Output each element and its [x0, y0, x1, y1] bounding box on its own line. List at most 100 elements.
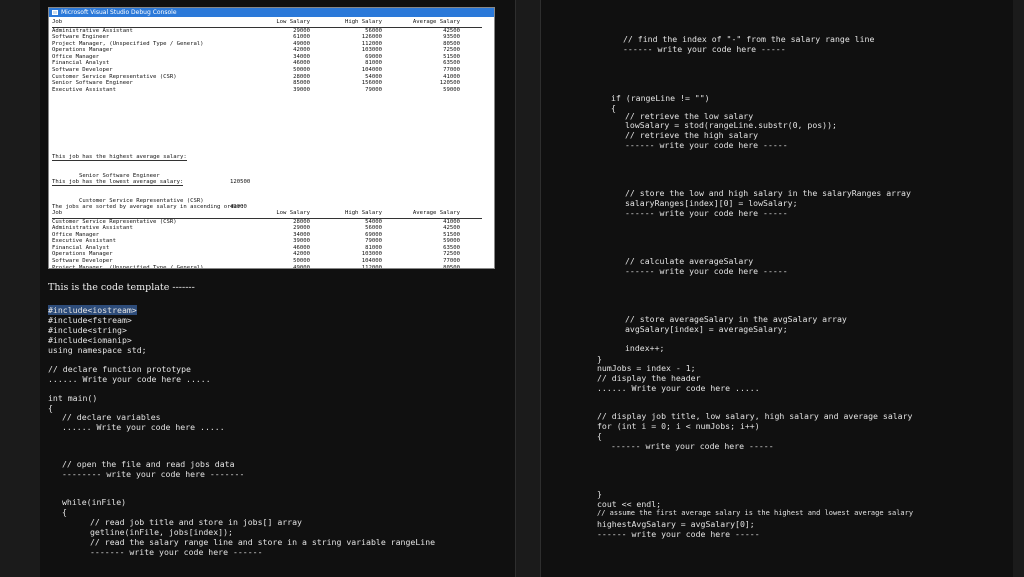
- cell-low: 39000: [293, 238, 310, 245]
- cell-high: 69000: [365, 53, 382, 60]
- cell-job: Software Developer: [52, 258, 113, 265]
- table-row: Customer Service Representative (CSR) 280…: [52, 219, 482, 226]
- cell-low: 50000: [293, 258, 310, 265]
- template-caption: This is the code template -------: [48, 282, 195, 293]
- cell-high: 69000: [365, 231, 382, 238]
- table-row: Office Manager 34000 69000 51500: [52, 54, 482, 61]
- cell-job: Financial Analyst: [52, 244, 110, 251]
- cell-avg: 80500: [443, 40, 460, 47]
- cell-low: 49000: [293, 40, 310, 47]
- code-comment-range: // read the salary range line and store …: [90, 537, 436, 547]
- table-row: Executive Assistant 39000 79000 59000: [52, 87, 482, 94]
- cell-job: Office Manager: [52, 231, 100, 238]
- cell-high: 56000: [365, 27, 382, 34]
- cell-job: Executive Assistant: [52, 86, 116, 93]
- salary-table-original: Job Low Salary High Salary Average Salar…: [52, 19, 482, 93]
- lowest-label: This job has the lowest average salary:: [52, 179, 184, 186]
- cell-low: 39000: [293, 86, 310, 93]
- table-row: Operations Manager 42000 103000 72500: [52, 251, 482, 258]
- code-using: using namespace std;: [48, 345, 147, 355]
- cell-avg: 120500: [439, 80, 460, 87]
- code-avg-stmt: avgSalary[index] = averageSalary;: [625, 324, 788, 334]
- header-low: Low Salary: [276, 19, 310, 25]
- code-write-for: ------ write your code here -----: [611, 441, 774, 451]
- table-row: Software Developer 50000 104000 77000: [52, 258, 482, 265]
- header-job: Job: [52, 210, 63, 216]
- cell-job: Operations Manager: [52, 47, 113, 54]
- cell-avg: 59000: [443, 86, 460, 93]
- cell-avg: 51500: [443, 53, 460, 60]
- cell-low: 42000: [293, 47, 310, 54]
- code-comment-store: // store the low and high salary in the …: [625, 188, 911, 198]
- cell-low: 29000: [293, 27, 310, 34]
- cell-job: Software Developer: [52, 67, 113, 74]
- cell-high: 81000: [365, 60, 382, 67]
- table-body: Administrative Assistant 29000 56000 42500 S…: [52, 28, 482, 94]
- cell-avg: 93500: [443, 34, 460, 41]
- header-job: Job: [52, 19, 63, 25]
- table-row: Financial Analyst 46000 81000 63500: [52, 245, 482, 252]
- console-title: Microsoft Visual Studio Debug Console: [61, 9, 177, 16]
- table-row: Office Manager 34000 69000 51500: [52, 232, 482, 239]
- cell-low: 61000: [293, 34, 310, 41]
- cell-avg: 63500: [443, 60, 460, 67]
- cell-high: 104000: [361, 67, 382, 74]
- code-store-stmt: salaryRanges[index][0] = lowSalary;: [625, 198, 798, 208]
- cell-low: 28000: [293, 73, 310, 80]
- cell-avg: 42500: [443, 27, 460, 34]
- code-include-iomanip: #include<iomanip>: [48, 335, 132, 345]
- code-comment-header: // display the header: [597, 373, 701, 383]
- cell-high: 54000: [365, 73, 382, 80]
- cell-high: 79000: [365, 238, 382, 245]
- code-comment-high: // retrieve the high salary: [625, 130, 759, 140]
- cell-low: 46000: [293, 244, 310, 251]
- code-write-open: -------- write your code here -------: [62, 469, 245, 479]
- code-write-find: ------ write your code here -----: [623, 44, 786, 54]
- cell-job: Project Manager, (Unspecified Type / Gen…: [52, 40, 204, 47]
- code-cout: cout << endl;: [597, 499, 662, 509]
- cell-high: 112000: [361, 264, 382, 269]
- table-header: Job Low Salary High Salary Average Salar…: [52, 19, 482, 28]
- code-write-high: ------ write your code here -----: [625, 140, 788, 150]
- code-index-inc: index++;: [625, 343, 665, 353]
- cell-high: 126000: [361, 34, 382, 41]
- cell-low: 28000: [293, 218, 310, 225]
- cell-avg: 77000: [443, 258, 460, 265]
- header-avg: Average Salary: [412, 19, 460, 25]
- cell-low: 42000: [293, 251, 310, 258]
- code-comment-calc: // calculate averageSalary: [625, 256, 754, 266]
- cell-avg: 72500: [443, 47, 460, 54]
- cell-job: Software Engineer: [52, 34, 110, 41]
- code-include-iostream: #include<iostream>: [48, 305, 137, 315]
- table-row: Software Developer 50000 104000 77000: [52, 67, 482, 74]
- header-low: Low Salary: [276, 210, 310, 216]
- code-comment-avgstore: // store averageSalary in the avgSalary …: [625, 314, 847, 324]
- cell-job: Senior Software Engineer: [52, 80, 133, 87]
- left-panel: Microsoft Visual Studio Debug Console Jo…: [40, 0, 516, 577]
- code-write-header: ...... Write your code here .....: [597, 383, 760, 393]
- code-brace-while: {: [62, 507, 67, 517]
- cell-job: Executive Assistant: [52, 238, 116, 245]
- code-brace-open: {: [48, 403, 53, 413]
- table-row: Software Engineer 61000 126000 93500: [52, 34, 482, 41]
- code-write-final: ------ write your code here -----: [597, 529, 760, 539]
- cell-low: 29000: [293, 225, 310, 232]
- code-comment-vars: // declare variables: [62, 412, 161, 422]
- cell-avg: 77000: [443, 67, 460, 74]
- cell-job: Office Manager: [52, 53, 100, 60]
- cell-avg: 41000: [443, 73, 460, 80]
- table-row: Customer Service Representative (CSR) 280…: [52, 74, 482, 81]
- table-row: Administrative Assistant 29000 56000 42500: [52, 28, 482, 35]
- cell-avg: 63500: [443, 244, 460, 251]
- code-comment-display: // display job title, low salary, high s…: [597, 411, 913, 421]
- cell-low: 34000: [293, 53, 310, 60]
- cell-high: 156000: [361, 80, 382, 87]
- code-write-calc: ------ write your code here -----: [625, 266, 788, 276]
- code-while: while(inFile): [62, 497, 127, 507]
- cell-job: Project Manager, (Unspecified Type / Gen…: [52, 264, 204, 269]
- table-row: Financial Analyst 46000 81000 63500: [52, 60, 482, 67]
- code-low-stmt: lowSalary = stod(rangeLine.substr(0, pos…: [625, 120, 837, 130]
- cell-job: Administrative Assistant: [52, 27, 133, 34]
- cell-avg: 59000: [443, 238, 460, 245]
- cell-high: 54000: [365, 218, 382, 225]
